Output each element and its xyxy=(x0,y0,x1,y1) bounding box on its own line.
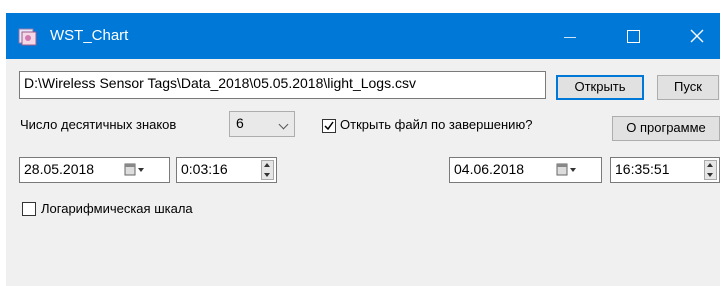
maximize-button[interactable] xyxy=(610,13,656,59)
window-title: WST_Chart xyxy=(50,27,129,44)
decimals-label: Число десятичных знаков xyxy=(20,117,177,132)
start-time-field[interactable]: 0:03:16 xyxy=(176,157,277,183)
open-on-finish-label: Открыть файл по завершению? xyxy=(340,117,533,132)
about-button[interactable]: О программе xyxy=(612,116,720,141)
decimals-select[interactable]: 6 xyxy=(229,111,295,137)
close-button[interactable] xyxy=(674,13,720,59)
decimals-value: 6 xyxy=(236,115,244,131)
calendar-dropdown-icon xyxy=(556,163,576,176)
file-path-field[interactable]: D:\Wireless Sensor Tags\Data_2018\05.05.… xyxy=(19,71,546,99)
open-on-finish-checkbox[interactable] xyxy=(322,119,336,133)
end-date-picker[interactable]: 04.06.2018 xyxy=(449,157,602,183)
start-time-value: 0:03:16 xyxy=(181,161,228,177)
title-bar[interactable]: WST_Chart xyxy=(6,13,720,59)
start-date-picker[interactable]: 28.05.2018 xyxy=(19,157,170,183)
main-window: WST_Chart D:\Wireless Sensor Tags\Data_2… xyxy=(6,13,720,286)
start-time-spinner[interactable] xyxy=(261,160,274,180)
chevron-down-icon xyxy=(278,119,289,130)
file-path-text: D:\Wireless Sensor Tags\Data_2018\05.05.… xyxy=(24,75,416,91)
end-date-value: 04.06.2018 xyxy=(454,161,525,177)
close-icon xyxy=(690,29,704,43)
end-time-value: 16:35:51 xyxy=(615,161,670,177)
app-icon xyxy=(18,28,37,46)
start-button[interactable]: Пуск xyxy=(657,75,719,100)
log-scale-checkbox[interactable] xyxy=(22,202,36,216)
open-button[interactable]: Открыть xyxy=(556,75,644,100)
end-time-spinner[interactable] xyxy=(704,160,717,180)
checkmark-icon xyxy=(324,121,334,131)
log-scale-label: Логарифмическая шкала xyxy=(41,201,193,216)
calendar-dropdown-icon xyxy=(124,163,144,176)
end-time-field[interactable]: 16:35:51 xyxy=(610,157,720,183)
start-date-value: 28.05.2018 xyxy=(24,161,95,177)
minimize-button[interactable] xyxy=(546,13,592,59)
